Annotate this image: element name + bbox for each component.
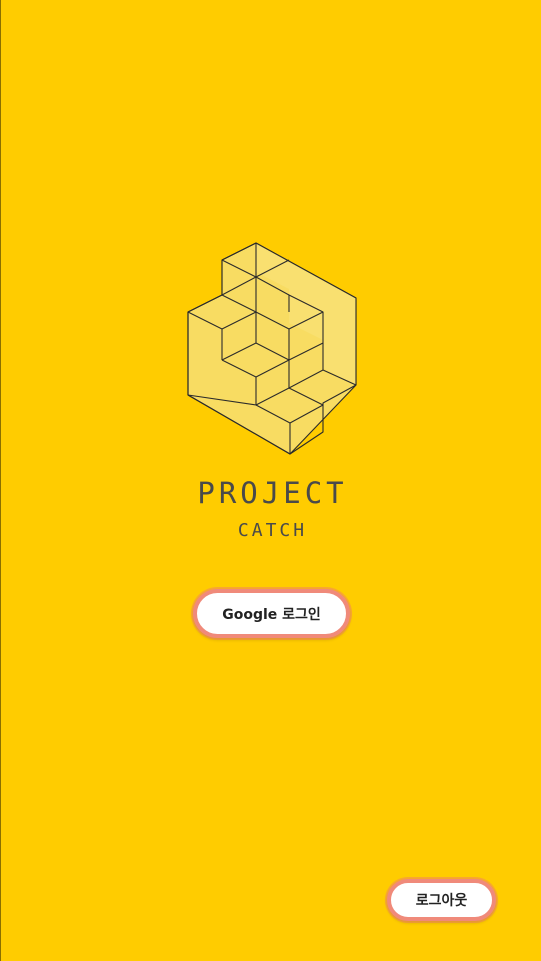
google-login-button[interactable]: Google 로그인 (193, 589, 350, 638)
google-login-label: Google 로그인 (222, 606, 321, 623)
logout-button[interactable]: 로그아웃 (387, 879, 496, 921)
logout-label: 로그아웃 (415, 893, 468, 909)
app-title: PROJECT (197, 476, 348, 510)
app-subtitle: CATCH (237, 520, 308, 541)
stairs-cube-logo-icon (187, 242, 357, 455)
